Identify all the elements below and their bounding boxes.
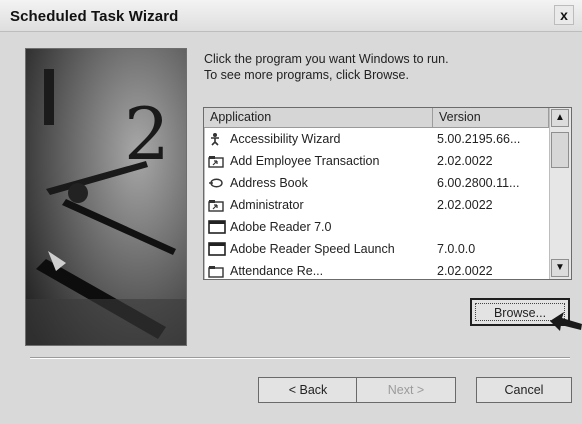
list-item[interactable]: Accessibility Wizard 5.00.2195.66... (204, 129, 549, 151)
back-button[interactable]: < Back (258, 377, 358, 403)
app-version: 6.00.2800.11... (437, 176, 520, 190)
app-name: Administrator (230, 198, 304, 212)
clock-and-pen-image: 2 (26, 49, 186, 345)
accessibility-icon (211, 133, 219, 146)
app-name: Adobe Reader 7.0 (230, 220, 332, 234)
button-separator (30, 357, 570, 359)
address-book-icon (209, 178, 223, 188)
scroll-thumb[interactable] (551, 132, 569, 168)
scroll-down-button[interactable]: ▼ (551, 259, 569, 277)
app-version: 7.0.0.0 (437, 242, 476, 256)
title-bar[interactable]: Scheduled Task Wizard x (0, 0, 582, 32)
app-version: 2.02.0022 (437, 154, 493, 168)
column-header-application[interactable]: Application (204, 108, 433, 127)
list-item[interactable]: Address Book 6.00.2800.11... (204, 173, 549, 195)
intro-line-1: Click the program you want Windows to ru… (204, 52, 449, 66)
column-header-version[interactable]: Version (433, 108, 549, 127)
list-item[interactable]: Adobe Reader 7.0 (204, 217, 549, 239)
app-name: Add Employee Transaction (230, 154, 380, 168)
folder-shortcut-icon (208, 156, 224, 168)
app-window-icon (208, 242, 226, 256)
wizard-illustration: 2 (25, 48, 187, 346)
intro-line-2: To see more programs, click Browse. (204, 68, 409, 82)
app-name: Adobe Reader Speed Launch (230, 242, 395, 256)
application-list[interactable]: Application Version Accessibility Wizard… (203, 107, 572, 280)
list-header: Application Version (204, 108, 549, 128)
list-item[interactable]: Adobe Reader Speed Launch 7.0.0.0 (204, 239, 549, 261)
scheduled-task-wizard-window: Scheduled Task Wizard x 2 Click the prog… (0, 0, 582, 424)
app-name: Accessibility Wizard (230, 132, 341, 146)
app-name: Attendance Re... (230, 264, 324, 278)
cancel-button[interactable]: Cancel (476, 377, 572, 403)
app-version: 2.02.0022 (437, 198, 493, 212)
list-item[interactable]: Attendance Re... 2.02.0022 (204, 261, 549, 279)
app-name: Address Book (230, 176, 308, 190)
intro-text: Click the program you want Windows to ru… (204, 51, 449, 83)
window-title: Scheduled Task Wizard (10, 8, 179, 25)
next-button[interactable]: Next > (356, 377, 456, 403)
app-window-icon (208, 220, 226, 234)
app-version: 5.00.2195.66... (437, 132, 521, 146)
folder-shortcut-icon (208, 266, 224, 278)
pointer-arrow-icon (550, 312, 582, 331)
list-item[interactable]: Add Employee Transaction 2.02.0022 (204, 151, 549, 173)
close-button[interactable]: x (554, 5, 574, 25)
list-item[interactable]: Administrator 2.02.0022 (204, 195, 549, 217)
app-version: 2.02.0022 (437, 264, 493, 278)
svg-text:2: 2 (124, 92, 170, 176)
folder-shortcut-icon (208, 200, 224, 212)
scroll-up-button[interactable]: ▲ (551, 109, 569, 127)
vertical-scrollbar[interactable]: ▲ ▼ (549, 108, 571, 279)
